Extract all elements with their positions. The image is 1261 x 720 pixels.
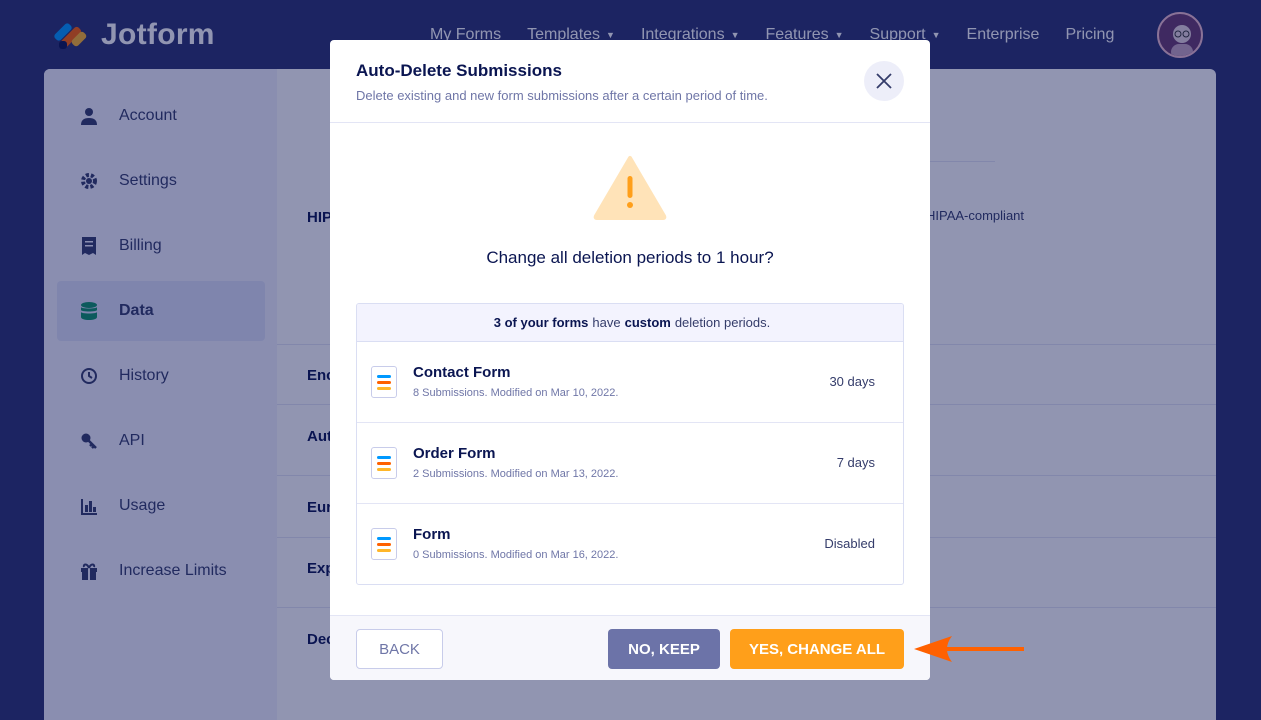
confirmation-question: Change all deletion periods to 1 hour? (486, 248, 774, 267)
dialog-header: Auto-Delete Submissions Delete existing … (330, 40, 930, 123)
form-icon (371, 528, 397, 560)
form-name: Form (413, 526, 451, 543)
dialog-footer: BACK NO, KEEP YES, CHANGE ALL (330, 615, 930, 680)
summary-tail: deletion periods. (674, 315, 771, 330)
forms-list: 3 of your forms have custom deletion per… (356, 303, 904, 585)
form-meta: 0 Submissions. Modified on Mar 16, 2022. (413, 549, 619, 561)
back-button[interactable]: BACK (356, 629, 443, 669)
deletion-period: 7 days (836, 455, 875, 470)
dialog-title: Auto-Delete Submissions (356, 61, 562, 80)
yes-change-all-button[interactable]: YES, CHANGE ALL (730, 629, 904, 669)
list-item: Form 0 Submissions. Modified on Mar 16, … (357, 504, 903, 584)
form-name: Order Form (413, 445, 496, 462)
form-icon (371, 447, 397, 479)
summary-custom: custom (624, 315, 671, 330)
summary-mid: have (592, 315, 621, 330)
form-icon (371, 366, 397, 398)
forms-count: 3 of your forms (493, 315, 589, 330)
forms-summary: 3 of your forms have custom deletion per… (357, 304, 903, 342)
callout-arrow-icon (912, 633, 1026, 670)
form-name: Contact Form (413, 364, 511, 381)
no-keep-button[interactable]: NO, KEEP (608, 629, 720, 669)
close-button[interactable] (864, 61, 904, 101)
warning-icon (593, 154, 667, 225)
close-icon (876, 73, 892, 89)
auto-delete-dialog: Auto-Delete Submissions Delete existing … (330, 40, 930, 680)
list-item: Order Form 2 Submissions. Modified on Ma… (357, 423, 903, 504)
list-item: Contact Form 8 Submissions. Modified on … (357, 342, 903, 423)
form-meta: 8 Submissions. Modified on Mar 10, 2022. (413, 387, 619, 399)
form-meta: 2 Submissions. Modified on Mar 13, 2022. (413, 468, 619, 480)
dialog-subtitle: Delete existing and new form submissions… (356, 88, 768, 103)
deletion-period: Disabled (824, 536, 875, 551)
deletion-period: 30 days (829, 374, 875, 389)
